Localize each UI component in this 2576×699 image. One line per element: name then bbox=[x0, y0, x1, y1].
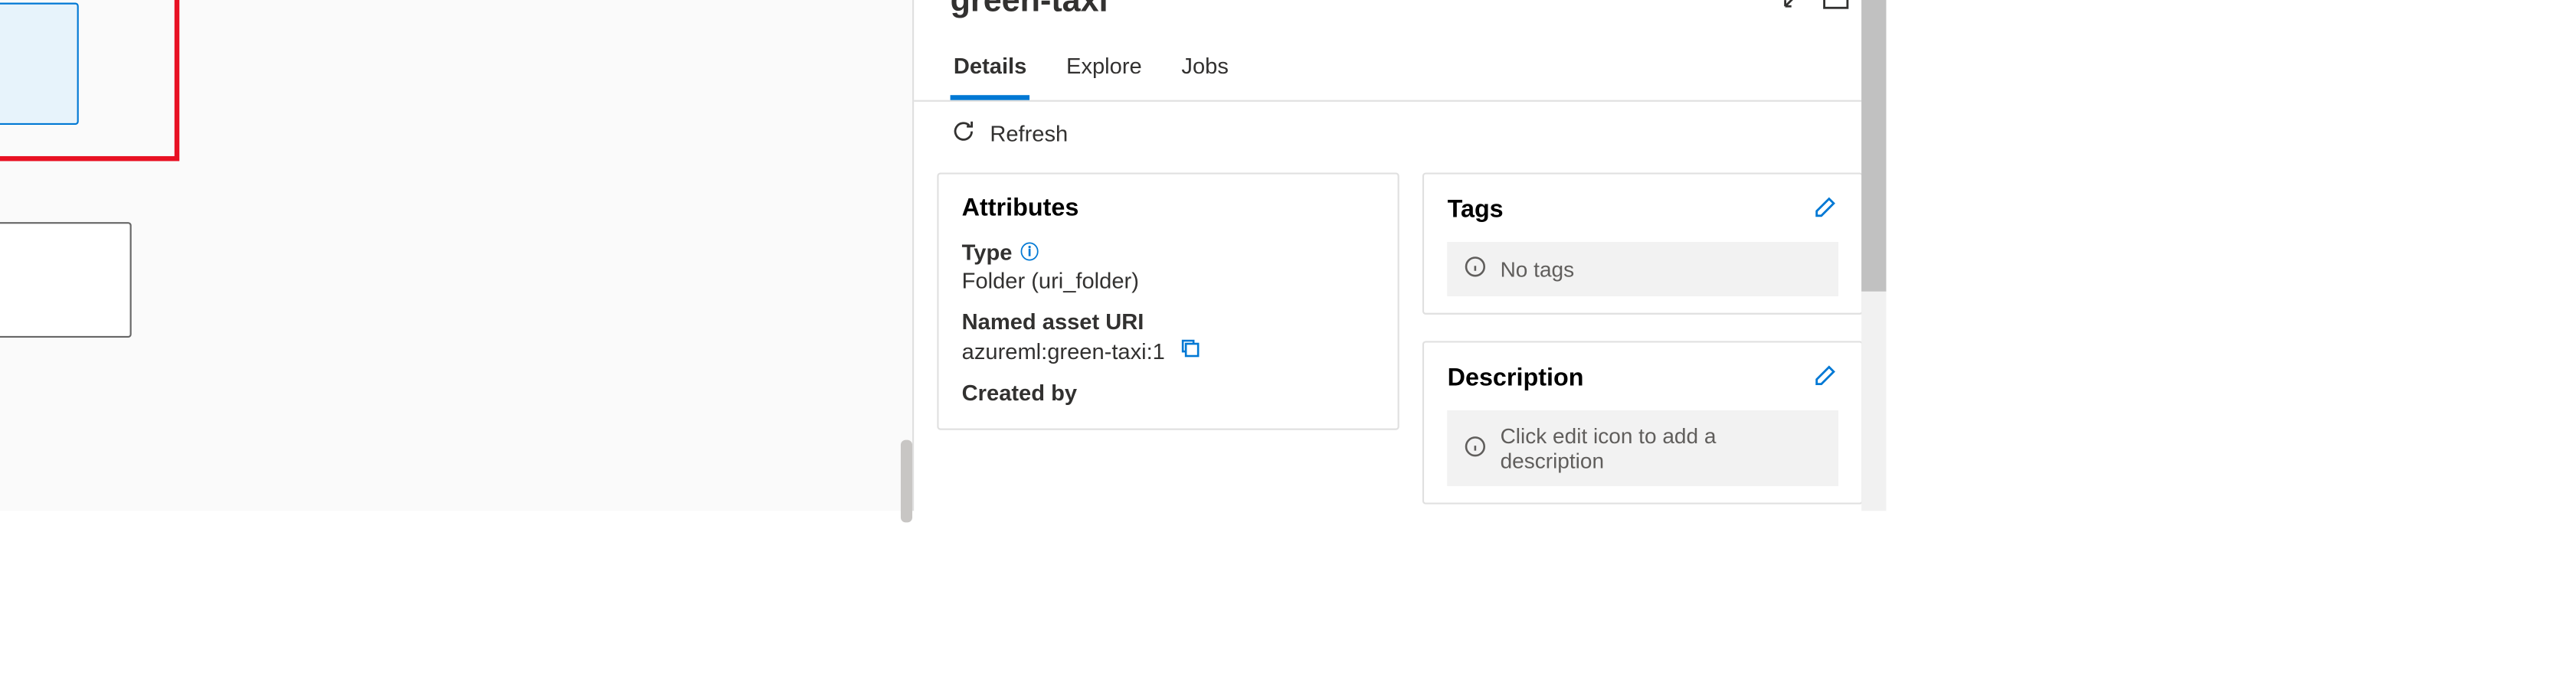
attributes-card: Attributes Type ⓘ Folder (uri_folder) Na… bbox=[937, 173, 1399, 430]
pipeline-canvas[interactable]: green-taxi qreen/ Data output green bbox=[0, 0, 912, 511]
created-by-label: Created by bbox=[962, 381, 1375, 405]
details-panel: green-taxi Details Explore Jobs bbox=[912, 0, 1886, 511]
panel-title: green-taxi bbox=[951, 0, 1108, 21]
type-value: Folder (uri_folder) bbox=[962, 268, 1375, 292]
tab-jobs[interactable]: Jobs bbox=[1178, 41, 1232, 100]
card-title: Attributes bbox=[962, 194, 1375, 223]
uri-value: azureml:green-taxi:1 bbox=[962, 338, 1375, 364]
info-icon[interactable]: ⓘ bbox=[1020, 239, 1039, 265]
panel-refresh-button[interactable]: Refresh bbox=[951, 118, 1069, 149]
copy-icon[interactable] bbox=[1180, 339, 1201, 364]
tab-details[interactable]: Details bbox=[951, 41, 1030, 100]
info-icon bbox=[1464, 434, 1487, 462]
popout-icon[interactable] bbox=[1822, 0, 1850, 18]
card-title: Tags bbox=[1448, 196, 1504, 224]
description-card: Description Click edit icon to add a des… bbox=[1422, 341, 1863, 504]
panel-tabs: Details Explore Jobs bbox=[914, 31, 1886, 102]
refresh-icon bbox=[951, 118, 977, 149]
scrollbar[interactable] bbox=[1861, 0, 1886, 511]
card-title: Description bbox=[1448, 364, 1584, 392]
type-label: Type ⓘ bbox=[962, 239, 1375, 265]
node-spark-read-parquet[interactable]: spark_read_parquet spark_read_parquet V1 bbox=[0, 222, 132, 338]
expand-icon[interactable] bbox=[1781, 0, 1805, 18]
panel-resize-handle[interactable] bbox=[901, 440, 912, 523]
edit-description-icon[interactable] bbox=[1814, 362, 1838, 394]
uri-label: Named asset URI bbox=[962, 309, 1375, 334]
tags-empty: No tags bbox=[1448, 242, 1838, 296]
node-green-taxi[interactable]: green-taxi qreen/ bbox=[0, 3, 79, 125]
description-placeholder: Click edit icon to add a description bbox=[1448, 410, 1838, 486]
tab-explore[interactable]: Explore bbox=[1063, 41, 1145, 100]
port-label: Data output bbox=[0, 138, 79, 161]
edit-tags-icon[interactable] bbox=[1814, 194, 1838, 226]
info-icon bbox=[1464, 255, 1487, 283]
tags-card: Tags No tags bbox=[1422, 173, 1863, 315]
scrollbar-thumb[interactable] bbox=[1861, 0, 1886, 292]
